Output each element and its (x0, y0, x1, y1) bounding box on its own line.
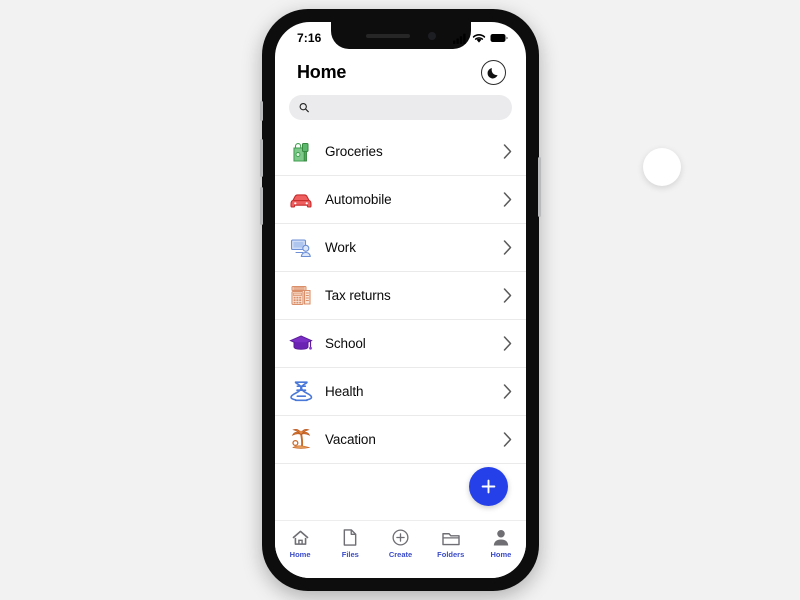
list-item-label: Work (325, 240, 356, 255)
list-item[interactable]: Work (275, 224, 526, 272)
chevron-right-icon (503, 240, 512, 255)
status-bar: 7:16 (275, 22, 526, 52)
tab-label: Home (490, 550, 512, 559)
folder-list: Groceries Automobile Work Tax returns Sc… (275, 128, 526, 464)
list-item-label: Health (325, 384, 364, 399)
status-time: 7:16 (297, 31, 322, 45)
tab-home[interactable]: Home (275, 528, 325, 559)
chevron-right-icon (503, 336, 512, 351)
tab-label: Create (388, 550, 413, 559)
tab-folders[interactable]: Folders (426, 528, 476, 559)
cursor-circle (643, 148, 681, 186)
grocery-bag-icon (286, 137, 316, 167)
list-item[interactable]: Tax returns (275, 272, 526, 320)
page-title: Home (297, 62, 347, 82)
phone-frame: 7:16 Home Groceries Automobile Work Tax … (260, 9, 541, 591)
person-icon (493, 528, 509, 547)
list-item-label: Groceries (325, 144, 383, 159)
tab-label: Folders (437, 550, 465, 559)
graduation-cap-icon (286, 329, 316, 359)
search-bar[interactable] (289, 95, 512, 120)
plus-circle-icon (392, 528, 409, 547)
dark-mode-toggle-button[interactable] (481, 60, 506, 85)
calculator-icon (286, 281, 316, 311)
chevron-right-icon (503, 384, 512, 399)
list-item[interactable]: Health (275, 368, 526, 416)
tab-profile[interactable]: Home (476, 528, 526, 559)
wifi-icon (472, 33, 486, 43)
silent-switch-button[interactable] (260, 101, 263, 121)
search-section (275, 89, 526, 128)
tab-label: Home (289, 550, 311, 559)
tab-label: Files (341, 550, 359, 559)
bottom-tab-bar: Home Files Create Folders Home (275, 520, 526, 578)
tab-create[interactable]: Create (375, 528, 425, 559)
search-icon (299, 102, 309, 113)
volume-up-button[interactable] (260, 139, 263, 177)
chevron-right-icon (503, 192, 512, 207)
list-item-label: School (325, 336, 366, 351)
list-item[interactable]: School (275, 320, 526, 368)
volume-down-button[interactable] (260, 187, 263, 225)
list-item-label: Tax returns (325, 288, 391, 303)
car-icon (286, 185, 316, 215)
palm-tree-icon (286, 425, 316, 455)
list-item[interactable]: Vacation (275, 416, 526, 464)
power-button[interactable] (538, 157, 541, 217)
phone-screen: 7:16 Home Groceries Automobile Work Tax … (275, 22, 526, 578)
chevron-right-icon (503, 288, 512, 303)
folder-list-scroll-area[interactable]: Groceries Automobile Work Tax returns Sc… (275, 128, 526, 578)
list-item-label: Automobile (325, 192, 392, 207)
battery-icon (490, 34, 508, 42)
work-desk-icon (286, 233, 316, 263)
list-item-label: Vacation (325, 432, 376, 447)
folder-icon (441, 528, 460, 547)
moon-icon (487, 67, 498, 78)
cellular-signal-icon (453, 33, 466, 44)
list-item[interactable]: Groceries (275, 128, 526, 176)
chevron-right-icon (503, 432, 512, 447)
home-icon (292, 528, 309, 547)
search-input[interactable] (315, 101, 502, 114)
list-item[interactable]: Automobile (275, 176, 526, 224)
add-button[interactable] (469, 467, 508, 506)
tab-files[interactable]: Files (325, 528, 375, 559)
chevron-right-icon (503, 144, 512, 159)
file-icon (343, 528, 357, 547)
status-icons (453, 33, 508, 44)
health-dna-icon (286, 377, 316, 407)
app-header: Home (275, 52, 526, 89)
plus-icon (481, 479, 496, 494)
